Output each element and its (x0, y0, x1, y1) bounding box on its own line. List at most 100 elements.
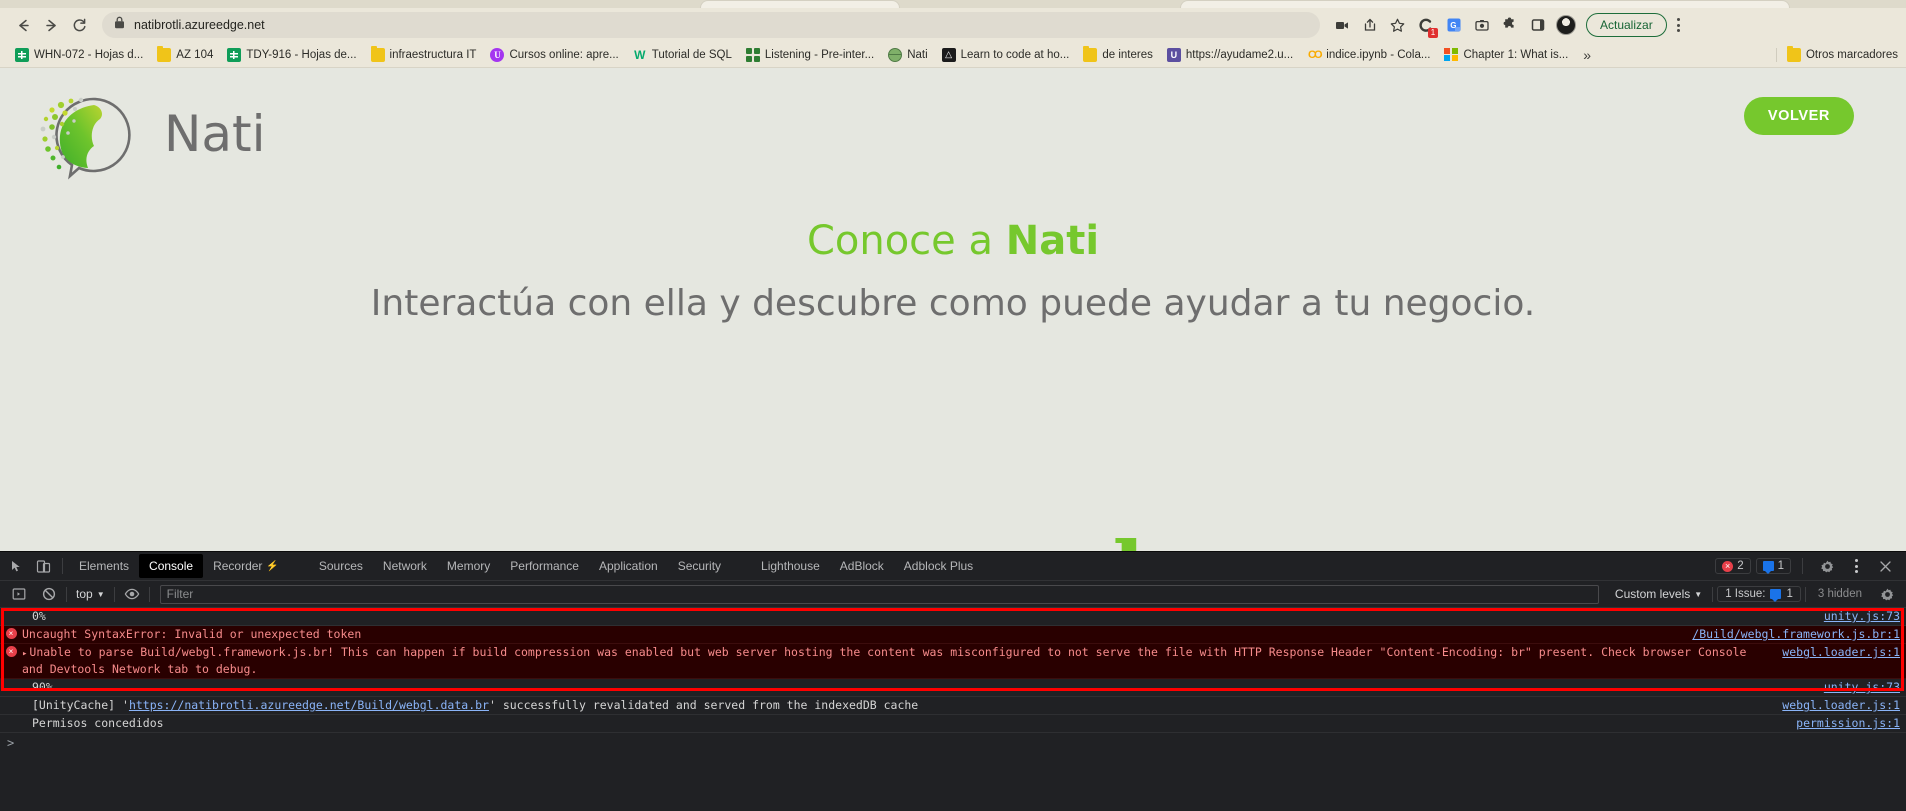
tab-network[interactable]: Network (373, 554, 437, 578)
console-source-link[interactable]: unity.js:73 (1824, 609, 1906, 624)
tab-application[interactable]: Application (589, 554, 668, 578)
tab-security[interactable]: Security (668, 554, 731, 578)
bookmark-item[interactable]: infraestructura IT (364, 45, 484, 64)
tab-memory[interactable]: Memory (437, 554, 500, 578)
console-row[interactable]: 0% unity.js:73 (0, 608, 1906, 626)
bookmark-item[interactable]: Nati (881, 46, 934, 64)
bookmark-label: infraestructura IT (389, 48, 477, 61)
video-camera-icon[interactable] (1328, 12, 1355, 39)
bookmark-label: Listening - Pre-inter... (764, 48, 875, 61)
tab-recorder[interactable]: Recorder ⚡ (203, 554, 289, 578)
tab-elements[interactable]: Elements (69, 554, 139, 578)
console-filter-input[interactable] (159, 584, 1599, 604)
bookmark-label: WHN-072 - Hojas d... (34, 48, 144, 61)
active-tab[interactable] (1180, 0, 1790, 8)
bookmark-item[interactable]: W Tutorial de SQL (626, 46, 739, 64)
console-source-link[interactable]: unity.js:73 (1824, 680, 1906, 695)
avatar[interactable] (1552, 12, 1579, 39)
hidden-messages-label: 3 hidden (1817, 588, 1862, 600)
microsoft-icon (1444, 47, 1458, 62)
nati-logo[interactable]: Nati (32, 88, 266, 180)
bookmark-item[interactable]: WHN-072 - Hojas d... (8, 46, 150, 64)
bookmark-item[interactable]: Chapter 1: What is... (1437, 46, 1575, 64)
row-gutter: × (0, 645, 22, 657)
bookmark-item[interactable]: AZ 104 (150, 45, 220, 64)
lock-icon (114, 16, 125, 34)
clear-console-icon[interactable] (36, 581, 62, 607)
tab-adblock-plus[interactable]: Adblock Plus (894, 554, 983, 578)
bookmark-label: Tutorial de SQL (651, 48, 732, 61)
other-bookmarks-button[interactable]: Otros marcadores (1775, 45, 1898, 62)
bookmark-item[interactable]: U Cursos online: apre... (483, 46, 625, 64)
console-row[interactable]: × Uncaught SyntaxError: Invalid or unexp… (0, 626, 1906, 644)
console-source-link[interactable]: permission.js:1 (1796, 716, 1906, 731)
tab-sources[interactable]: Sources (309, 554, 373, 578)
issue-icon (1770, 589, 1782, 602)
issues-badge[interactable]: 1 Issue: 1 (1717, 586, 1801, 602)
bookmark-item[interactable]: U https://ayudame2.u... (1160, 46, 1300, 64)
extension-badge-icon[interactable]: 1 (1412, 12, 1439, 39)
execution-context-label: top (76, 587, 93, 601)
close-icon[interactable] (1872, 553, 1898, 579)
tab-adblock[interactable]: AdBlock (830, 554, 894, 578)
bookmark-star-icon[interactable] (1384, 12, 1411, 39)
row-gutter (0, 680, 22, 681)
console-row[interactable]: 90% unity.js:73 (0, 679, 1906, 697)
background-tab[interactable] (700, 0, 900, 8)
issues-label: 1 Issue: (1725, 588, 1766, 600)
extension-badge-count: 1 (1428, 27, 1438, 38)
message-count: 1 (1777, 560, 1784, 572)
console-row[interactable]: [UnityCache] 'https://natibrotli.azureed… (0, 697, 1906, 715)
share-icon[interactable] (1356, 12, 1383, 39)
bookmark-label: Chapter 1: What is... (1463, 48, 1569, 61)
unity-cache-url-link[interactable]: https://natibrotli.azureedge.net/Build/w… (129, 698, 489, 712)
execution-context-selector[interactable]: top ▼ (71, 585, 110, 603)
tab-lighthouse[interactable]: Lighthouse (751, 554, 830, 578)
error-icon: × (1722, 560, 1734, 572)
browser-window: natibrotli.azureedge.net 1 G Actualizar … (0, 0, 1906, 811)
address-bar-url: natibrotli.azureedge.net (134, 18, 265, 32)
console-row[interactable]: Permisos concedidos permission.js:1 (0, 715, 1906, 733)
live-expression-icon[interactable] (119, 581, 145, 607)
bookmark-item[interactable]: Listening - Pre-inter... (739, 46, 881, 64)
chevron-double-right-icon[interactable]: » (1575, 47, 1599, 63)
update-button[interactable]: Actualizar (1586, 13, 1667, 37)
device-toolbar-icon[interactable] (30, 553, 56, 579)
console-prompt[interactable]: > (0, 733, 1906, 753)
other-bookmarks-label: Otros marcadores (1805, 48, 1898, 61)
console-sidebar-icon[interactable] (6, 581, 32, 607)
tab-performance[interactable]: Performance (500, 554, 589, 578)
console-source-link[interactable]: /Build/webgl.framework.js.br:1 (1692, 627, 1906, 642)
reload-icon[interactable] (66, 12, 92, 38)
error-count-badge[interactable]: × 2 (1715, 558, 1751, 574)
bookmark-item[interactable]: TDY-916 - Hojas de... (220, 46, 363, 64)
console-message-text: 0% (32, 609, 46, 623)
expand-triangle-icon[interactable]: ▸ (22, 647, 27, 662)
console-row[interactable]: × ▸ Unable to parse Build/webgl.framework… (0, 644, 1906, 679)
log-levels-selector[interactable]: Custom levels ▼ (1609, 585, 1708, 603)
side-panel-icon[interactable] (1524, 12, 1551, 39)
kebab-menu-icon[interactable] (1668, 12, 1690, 38)
console-message-text: ▸ Unable to parse Build/webgl.framework.j… (22, 645, 1782, 677)
screenshot-icon[interactable] (1468, 12, 1495, 39)
bookmark-item[interactable]: △ Learn to code at ho... (935, 46, 1077, 64)
console-messages[interactable]: 0% unity.js:73 × Uncaught SyntaxError: I… (0, 608, 1906, 811)
tab-console[interactable]: Console (139, 554, 204, 578)
prompt-caret-icon: > (7, 736, 15, 750)
back-icon[interactable] (10, 12, 36, 38)
puzzle-extensions-icon[interactable] (1496, 12, 1523, 39)
message-count-badge[interactable]: 1 (1755, 558, 1791, 574)
gear-icon[interactable] (1814, 553, 1840, 579)
bookmarks-bar: WHN-072 - Hojas d... AZ 104 TDY-916 - Ho… (0, 42, 1906, 68)
volver-button[interactable]: VOLVER (1743, 97, 1854, 135)
console-source-link[interactable]: webgl.loader.js:1 (1782, 698, 1906, 713)
google-translate-icon[interactable]: G (1440, 12, 1467, 39)
forward-icon[interactable] (38, 12, 64, 38)
address-bar[interactable]: natibrotli.azureedge.net (102, 12, 1320, 38)
inspect-element-icon[interactable] (4, 553, 30, 579)
bookmark-item[interactable]: de interes (1076, 45, 1160, 64)
console-source-link[interactable]: webgl.loader.js:1 (1782, 645, 1906, 660)
bookmark-item[interactable]: CO indice.ipynb - Cola... (1300, 46, 1437, 64)
devtools-more-icon[interactable] (1845, 553, 1867, 579)
console-settings-gear-icon[interactable] (1874, 581, 1900, 607)
